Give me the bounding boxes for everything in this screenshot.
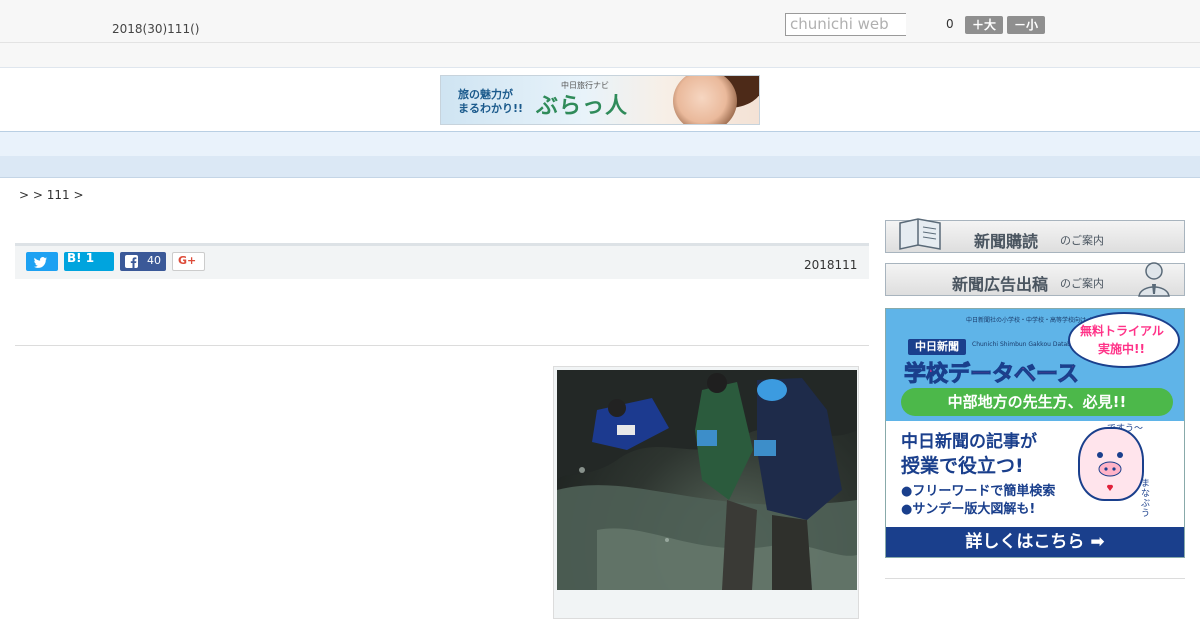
breadcrumb[interactable]: > > 111 > [19,188,84,202]
sub-bar [0,43,1200,68]
ad-headline-1: 中日新聞の記事が [901,432,1037,452]
divider [15,345,869,346]
search-input[interactable] [786,14,912,34]
article-date: 2018111 [804,258,858,272]
main-nav [0,131,1200,157]
advertising-sublabel: のご案内 [1060,277,1104,290]
subscription-info-button[interactable]: 新聞購読 のご案内 [885,218,1185,253]
twitter-bird-icon [34,257,47,268]
banner-model-photo [673,76,737,124]
date-line: 2018(30)111() [112,22,200,36]
banner-brand-logo: ぶらっ人 [536,93,629,119]
article-photo-frame [553,366,859,619]
ad-white-panel: 中日新聞の記事が 授業で役立つ! ●フリーワードで簡単検索 ●サンデー版大図解も… [886,421,1184,525]
ad-bullet-2: ●サンデー版大図解も! [901,502,1036,517]
pig-mascot-icon [1078,427,1144,501]
pig-face-icon [1097,452,1123,491]
newspaper-book-icon [899,218,941,250]
twitter-share-button[interactable] [26,252,58,271]
ad-title-database: 学校データベース [904,362,1080,388]
font-bigger-button[interactable]: ＋大 [965,16,1003,34]
mascot-name: まなぶう [1141,479,1151,519]
teachers-banner: 中部地方の先生方、必見!! [901,388,1173,416]
search-box[interactable] [785,13,912,36]
free-trial-line1: 無料トライアル [1080,324,1164,338]
facebook-share-button[interactable]: 40 [120,252,166,271]
hatena-label: B! 1 [67,251,95,265]
facebook-count: 40 [147,254,161,267]
ad-details-button[interactable]: 詳しくはこちら ➡ [886,525,1184,557]
font-smaller-button[interactable]: －小 [1007,16,1045,34]
ad-english-subtitle: Chunichi Shimbun Gakkou Database [972,341,1082,348]
sidebar-divider [885,578,1185,579]
free-trial-line2: 実施中!! [1098,342,1145,356]
subscription-sublabel: のご案内 [1060,234,1104,247]
advertising-info-button[interactable]: 新聞広告出稿 のご案内 [885,262,1185,297]
school-database-ad[interactable]: 中日新聞社の小学校・中学校・高等学校向けインターネットサービス 中日新聞 Chu… [885,308,1185,558]
sub-nav [0,156,1200,178]
subscription-label: 新聞購読 [974,232,1039,251]
free-trial-bubble: 無料トライアル 実施中!! [1068,312,1180,368]
ad-title-newspaper: 中日新聞 [908,339,966,355]
ad-headline-2: 授業で役立つ! [901,455,1024,477]
facebook-icon [125,255,138,268]
google-plus-icon: G+ [178,254,197,267]
advertising-label: 新聞広告出稿 [952,275,1049,294]
ad-bullet-1: ●フリーワードで簡単検索 [901,484,1056,499]
google-plus-button[interactable]: G+ [172,252,205,271]
banner-tagline-2: まるわかり!! [458,102,524,115]
share-bar: B! 1 40 G+ 2018111 [15,243,869,279]
travel-banner-ad[interactable]: 旅の魅力が まるわかり!! 中日旅行ナビ ぶらっ人 [440,75,760,125]
hatena-bookmark-button[interactable]: B! 1 [64,251,114,271]
businessman-icon [1138,262,1170,297]
article-photo[interactable] [557,370,857,590]
font-size-counter: 0 [946,17,954,31]
photo-scene [557,370,857,590]
